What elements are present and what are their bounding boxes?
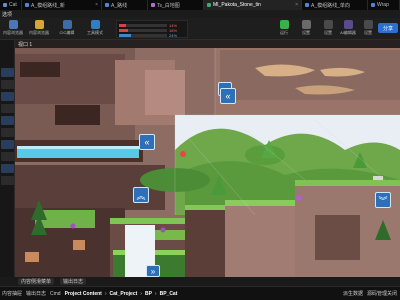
tab-material-instance[interactable]: MI_Pakota_Stone_tin × — [204, 0, 302, 10]
select-mode-button[interactable] — [1, 68, 14, 77]
launch-icon — [323, 20, 333, 29]
tab-route-new[interactable]: A_模组路线_新 × — [22, 0, 102, 10]
menu-options[interactable]: 选项 — [2, 11, 12, 18]
tab-wrap[interactable]: Wrap — [368, 0, 400, 10]
double-chevron-right-icon: » — [150, 266, 156, 276]
output-log-tab[interactable]: 输出日志 — [26, 290, 46, 297]
breadcrumb-item[interactable]: Project Content — [65, 291, 102, 297]
output-log-button[interactable]: 输出日志 — [60, 278, 87, 285]
derived-data-button[interactable]: 派生数据 — [343, 290, 363, 297]
play-button[interactable]: 运行 — [272, 19, 296, 39]
breadcrumb-item[interactable]: BP — [145, 291, 152, 297]
breadcrumb: Project Content › Cat_Project › BP › BP_… — [65, 291, 178, 297]
foliage-mode-button[interactable] — [1, 92, 14, 101]
blueprint-icon — [25, 3, 29, 7]
texture-icon — [151, 3, 155, 7]
chevron-right-icon: › — [104, 290, 107, 297]
modeling-button[interactable] — [1, 116, 14, 125]
nav-arrow-block[interactable]: ︽ — [133, 187, 149, 203]
drawer-bar: 内容侧滑菜单 输出日志 — [0, 277, 400, 286]
level-icon — [3, 3, 7, 7]
cube-icon — [90, 20, 100, 29]
chevron-right-icon: › — [154, 290, 157, 297]
tab-route[interactable]: A_路线 — [102, 0, 148, 10]
save-button[interactable]: 内容浏览器 — [27, 19, 51, 39]
close-icon[interactable]: × — [95, 2, 98, 8]
tab-white-map[interactable]: Ts_白地图 — [148, 0, 204, 10]
save-icon — [34, 20, 44, 29]
stat-bar — [119, 34, 131, 37]
double-chevron-left-icon: « — [225, 91, 231, 101]
fracture-button[interactable] — [1, 128, 14, 137]
status-bar: 内容抽屉 输出日志 Cmd Project Content › Cat_Proj… — [0, 286, 400, 300]
main-toolbar: 内容浏览器 内容浏览器 CIC编辑 工具模式 14% 18% 24% 运行 设置… — [0, 18, 400, 40]
tab-cat[interactable]: Cat — [0, 0, 22, 10]
blueprint-icon — [371, 3, 375, 7]
blueprint-icon — [62, 20, 72, 29]
status-right: 派生数据 源码管理关闭 — [343, 290, 400, 297]
source-control-button[interactable]: 源码管理关闭 — [367, 290, 397, 297]
folder-icon — [8, 20, 18, 29]
material-icon — [207, 3, 211, 7]
breadcrumb-item[interactable]: Cat_Project — [110, 291, 138, 297]
cic-edit-button[interactable]: CIC编辑 — [55, 19, 79, 39]
double-chevron-down-icon: ︾ — [378, 195, 388, 206]
options-icon — [363, 20, 373, 29]
animation-button[interactable] — [1, 164, 14, 173]
content-browser-button[interactable]: 内容浏览器 — [1, 19, 25, 39]
blueprint-icon — [105, 3, 109, 7]
performance-stats: 14% 18% 24% — [116, 20, 188, 38]
scene-art — [15, 40, 400, 277]
tab-strip: Cat A_模组路线_新 × A_路线 Ts_白地图 MI_Pakota_Ston… — [0, 0, 400, 10]
cmd-input[interactable]: Cmd — [50, 291, 61, 297]
chevron-right-icon: › — [140, 290, 142, 297]
share-button[interactable]: 分享 — [378, 23, 398, 33]
geometry-button[interactable] — [1, 152, 14, 161]
nav-arrow-block[interactable]: ︾ — [375, 192, 391, 208]
content-drawer-button[interactable]: 内容侧滑菜单 — [18, 278, 55, 285]
options-button[interactable]: 设置 — [356, 19, 380, 39]
breadcrumb-item[interactable]: BP_Cat — [160, 291, 178, 297]
mesh-paint-button[interactable] — [1, 104, 14, 113]
play-icon — [279, 20, 289, 29]
close-icon[interactable]: × — [295, 2, 298, 8]
double-chevron-up-icon: ︽ — [136, 190, 146, 201]
stat-bar — [119, 29, 128, 32]
menu-bar: 选项 — [0, 10, 400, 18]
left-tool-panel — [0, 40, 15, 286]
level-viewport[interactable]: 视口 1 « « ︽ ︾ » — [15, 40, 400, 277]
ai-icon — [343, 20, 353, 29]
tool-mode-button[interactable]: 工具模式 — [83, 19, 107, 39]
settings-button[interactable]: 设置 — [294, 19, 318, 39]
tab-route-oneway[interactable]: A_模组路线_单向 — [302, 0, 368, 10]
double-chevron-left-icon: « — [144, 137, 150, 147]
content-drawer-tab[interactable]: 内容抽屉 — [2, 290, 22, 297]
brush-button[interactable] — [1, 140, 14, 149]
nav-arrow-block[interactable]: « — [220, 88, 236, 104]
gear-icon — [301, 20, 311, 29]
more-modes-button[interactable] — [1, 176, 14, 185]
viewport-header: 视口 1 — [15, 40, 400, 48]
nav-arrow-block[interactable]: » — [146, 265, 160, 277]
landscape-mode-button[interactable] — [1, 80, 14, 89]
stat-bar — [119, 24, 126, 27]
blueprint-icon — [305, 3, 309, 7]
nav-arrow-block[interactable]: « — [139, 134, 155, 150]
